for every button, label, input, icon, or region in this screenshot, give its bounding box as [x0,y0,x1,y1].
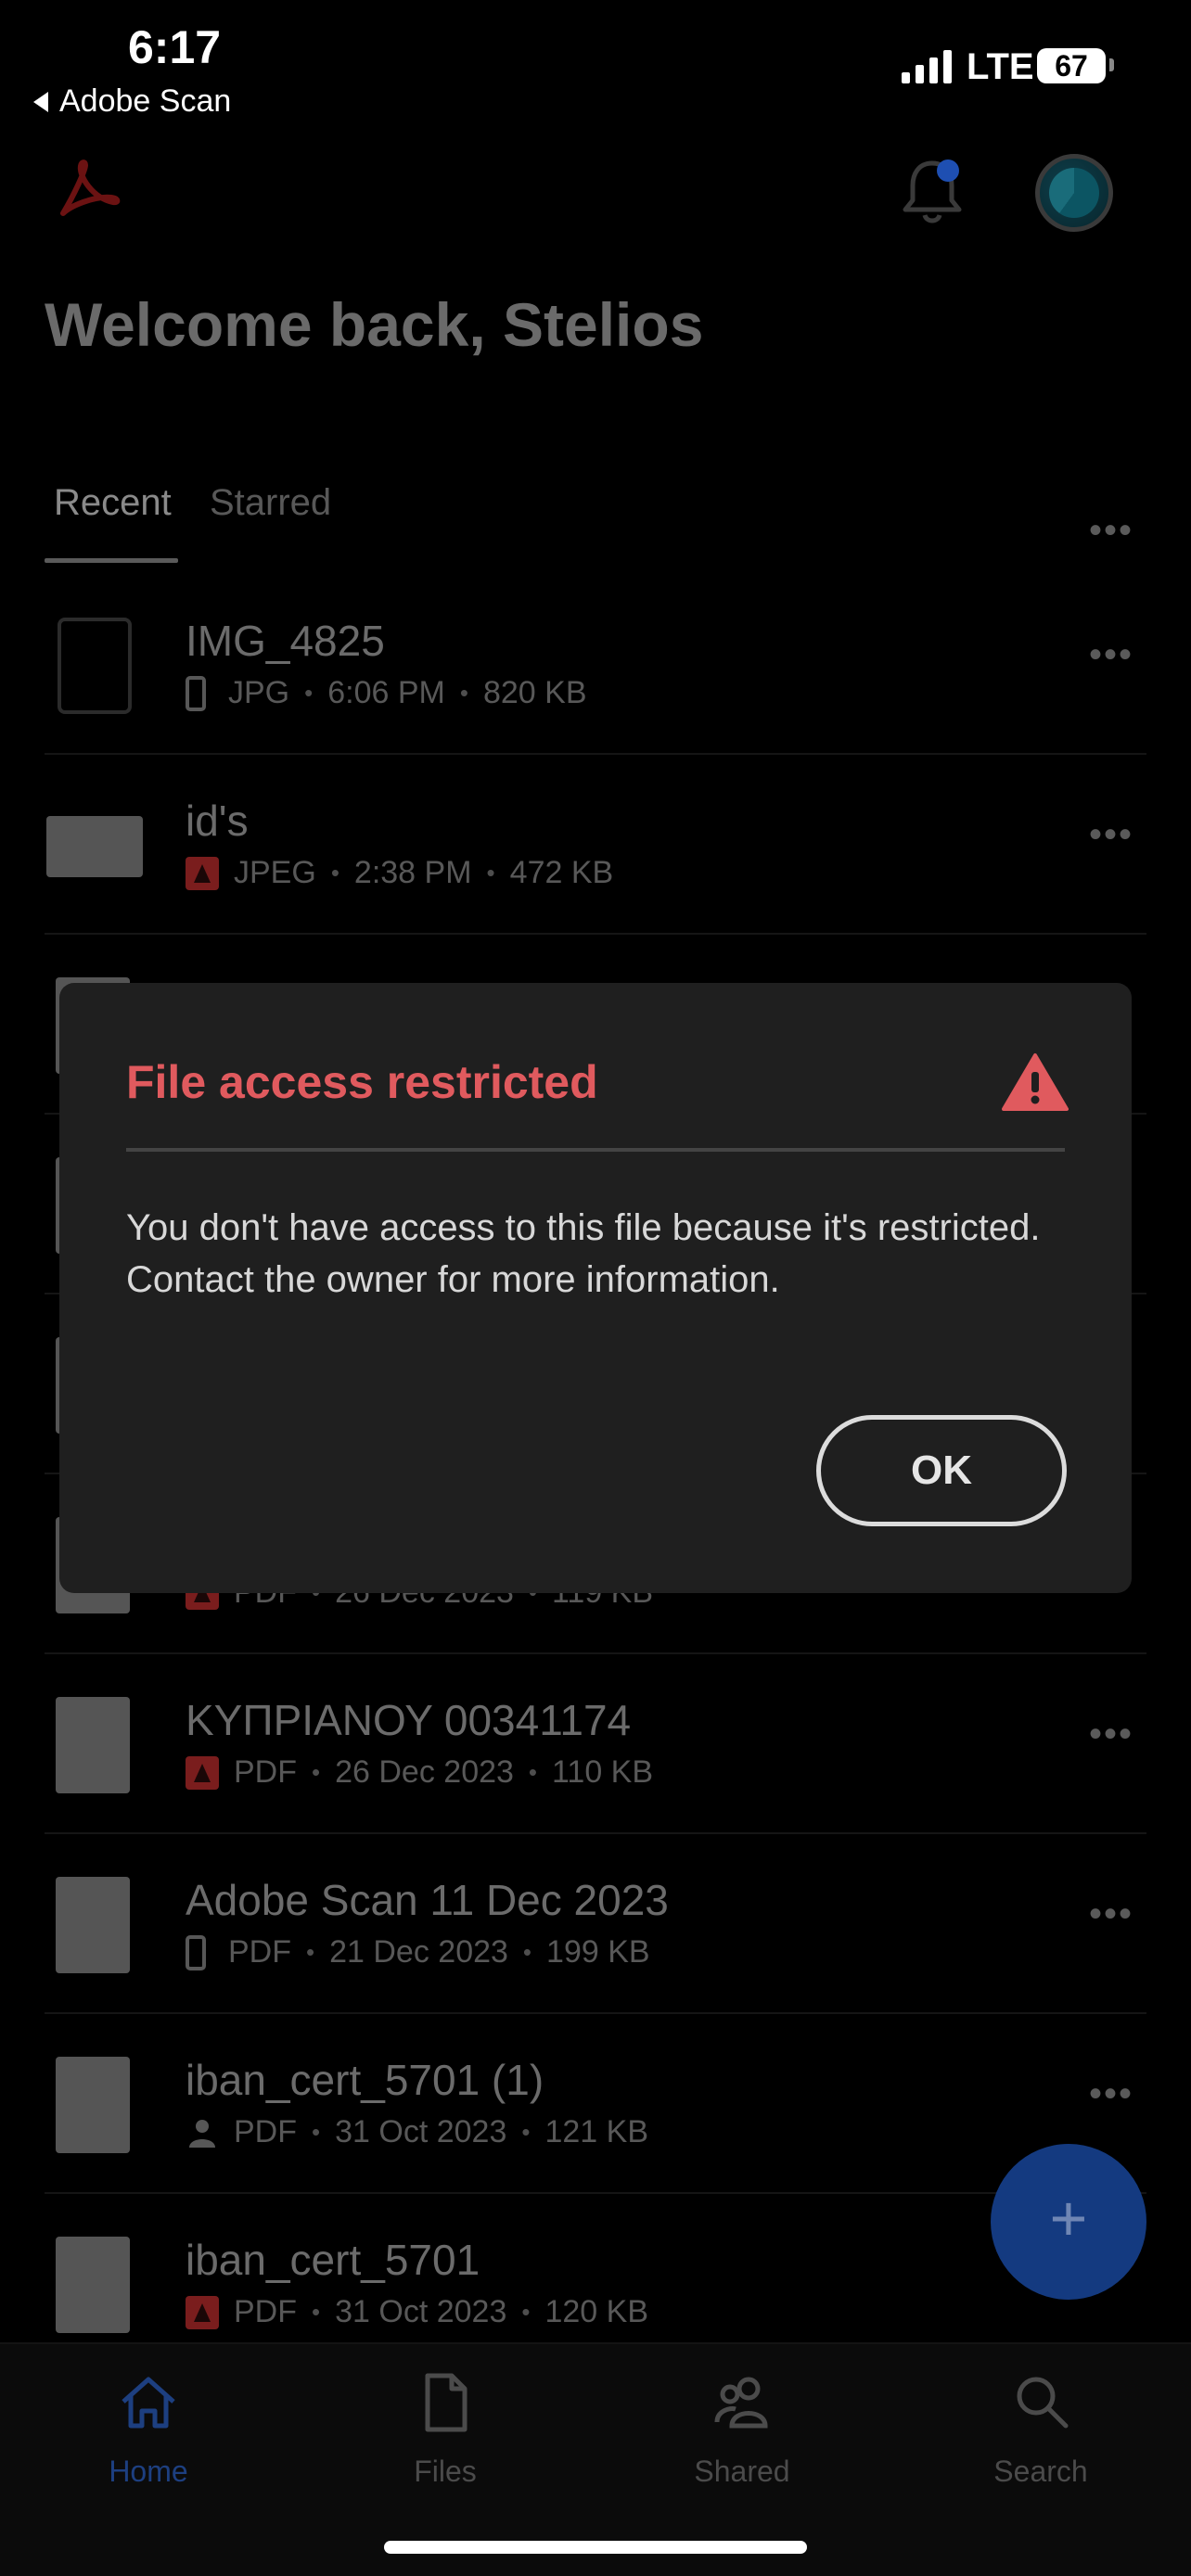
warning-icon [1002,1053,1069,1111]
files-icon [425,2373,467,2432]
file-thumbnail [56,1697,130,1793]
acrobat-icon [186,856,219,890]
tabs-bar: Recent Starred ••• [45,473,1146,566]
file-thumbnail [56,2237,130,2333]
file-date: 31 Oct 2023 [335,2294,507,2329]
file-name: iban_cert_5701 [186,2236,480,2284]
file-name: ΚΥΠΡΙΑΝΟΥ 00341174 [186,1696,632,1744]
battery-tip [1109,58,1114,71]
file-meta: JPG • 6:06 PM • 820 KB [186,675,587,711]
file-name: id's [186,797,249,845]
more-options-icon[interactable]: ••• [1089,510,1133,552]
nav-files[interactable]: Files [352,2370,538,2489]
dialog-title: File access restricted [126,1056,598,1108]
file-thumbnail [56,2057,130,2153]
file-meta: JPEG • 2:38 PM • 472 KB [186,855,613,891]
network-label: LTE [967,46,1034,87]
file-thumbnail [58,618,132,714]
file-name: IMG_4825 [186,617,385,665]
add-button[interactable]: + [991,2144,1146,2300]
status-bar: 6:17 Adobe Scan LTE 67 [0,0,1191,130]
nav-home[interactable]: Home [56,2370,241,2489]
adobe-acrobat-logo-icon [60,159,121,216]
profile-avatar[interactable] [1035,154,1113,232]
back-arrow-icon [33,91,48,112]
file-name: iban_cert_5701 (1) [186,2056,544,2104]
file-date: 31 Oct 2023 [335,2114,507,2149]
list-item[interactable]: ΚΥΠΡΙΑΝΟΥ 00341174 PDF • 26 Dec 2023 • 110… [45,1654,1146,1834]
file-size: 199 KB [546,1934,650,1970]
nav-files-label: Files [414,2455,477,2488]
file-size: 110 KB [552,1754,654,1790]
file-thumbnail [56,1877,130,1973]
acrobat-icon [186,2295,219,2329]
file-date: 2:38 PM [353,855,472,890]
file-type: PDF [234,1754,297,1790]
file-type: PDF [228,1934,291,1970]
active-tab-indicator [45,558,178,563]
signal-icon [902,50,952,83]
nav-shared-label: Shared [694,2455,790,2488]
file-meta: PDF • 21 Dec 2023 • 199 KB [186,1934,650,1970]
file-size: 820 KB [482,675,587,710]
notification-badge [937,159,959,182]
file-type: JPG [228,675,290,710]
file-size: 120 KB [544,2294,648,2329]
file-access-restricted-dialog: File access restricted You don't have ac… [59,983,1132,1593]
home-indicator[interactable] [384,2541,807,2554]
tab-recent[interactable]: Recent [54,482,172,524]
clock: 6:17 [128,21,222,73]
dialog-divider [126,1148,1065,1152]
file-meta: PDF • 31 Oct 2023 • 120 KB [186,2294,648,2330]
more-options-icon[interactable]: ••• [1089,814,1133,856]
nav-search[interactable]: Search [948,2370,1133,2489]
nav-search-label: Search [993,2455,1088,2488]
file-meta: PDF • 31 Oct 2023 • 121 KB [186,2114,648,2150]
file-meta: PDF • 26 Dec 2023 • 110 KB [186,1754,653,1791]
file-type: JPEG [234,855,316,890]
file-name: Adobe Scan 11 Dec 2023 [186,1876,669,1924]
file-type: PDF [234,2294,297,2329]
more-options-icon[interactable]: ••• [1089,2073,1133,2115]
file-date: 6:06 PM [327,675,445,710]
list-item[interactable]: IMG_4825 JPG • 6:06 PM • 820 KB ••• [45,575,1146,755]
back-app-label: Adobe Scan [59,83,232,119]
shared-person-icon [189,2119,215,2148]
more-options-icon[interactable]: ••• [1089,1714,1133,1755]
acrobat-icon [186,1755,219,1790]
list-item[interactable]: id's JPEG • 2:38 PM • 472 KB ••• [45,755,1146,935]
nav-home-label: Home [109,2455,188,2488]
file-size: 472 KB [509,855,614,890]
nav-shared[interactable]: Shared [649,2370,835,2489]
phone-icon [186,675,206,711]
tab-starred[interactable]: Starred [210,482,331,524]
file-date: 26 Dec 2023 [335,1754,514,1790]
dialog-message: You don't have access to this file becau… [126,1207,1041,1300]
home-icon [122,2377,175,2429]
search-icon [1017,2377,1069,2429]
file-type: PDF [234,2114,297,2149]
shared-icon [714,2377,768,2429]
back-to-app-link[interactable]: Adobe Scan [33,83,231,120]
more-options-icon[interactable]: ••• [1089,1894,1133,1935]
ok-button[interactable]: OK [816,1415,1067,1526]
more-options-icon[interactable]: ••• [1089,634,1133,676]
file-size: 121 KB [544,2114,648,2149]
file-thumbnail [46,816,143,877]
phone-icon [186,1934,206,1970]
welcome-heading: Welcome back, Stelios [45,290,704,359]
list-item[interactable]: iban_cert_5701 (1) PDF • 31 Oct 2023 • 121… [45,2014,1146,2194]
list-item[interactable]: Adobe Scan 11 Dec 2023 PDF • 21 Dec 2023 •… [45,1834,1146,2014]
battery-icon: 67 [1037,48,1106,83]
file-date: 21 Dec 2023 [329,1934,508,1970]
